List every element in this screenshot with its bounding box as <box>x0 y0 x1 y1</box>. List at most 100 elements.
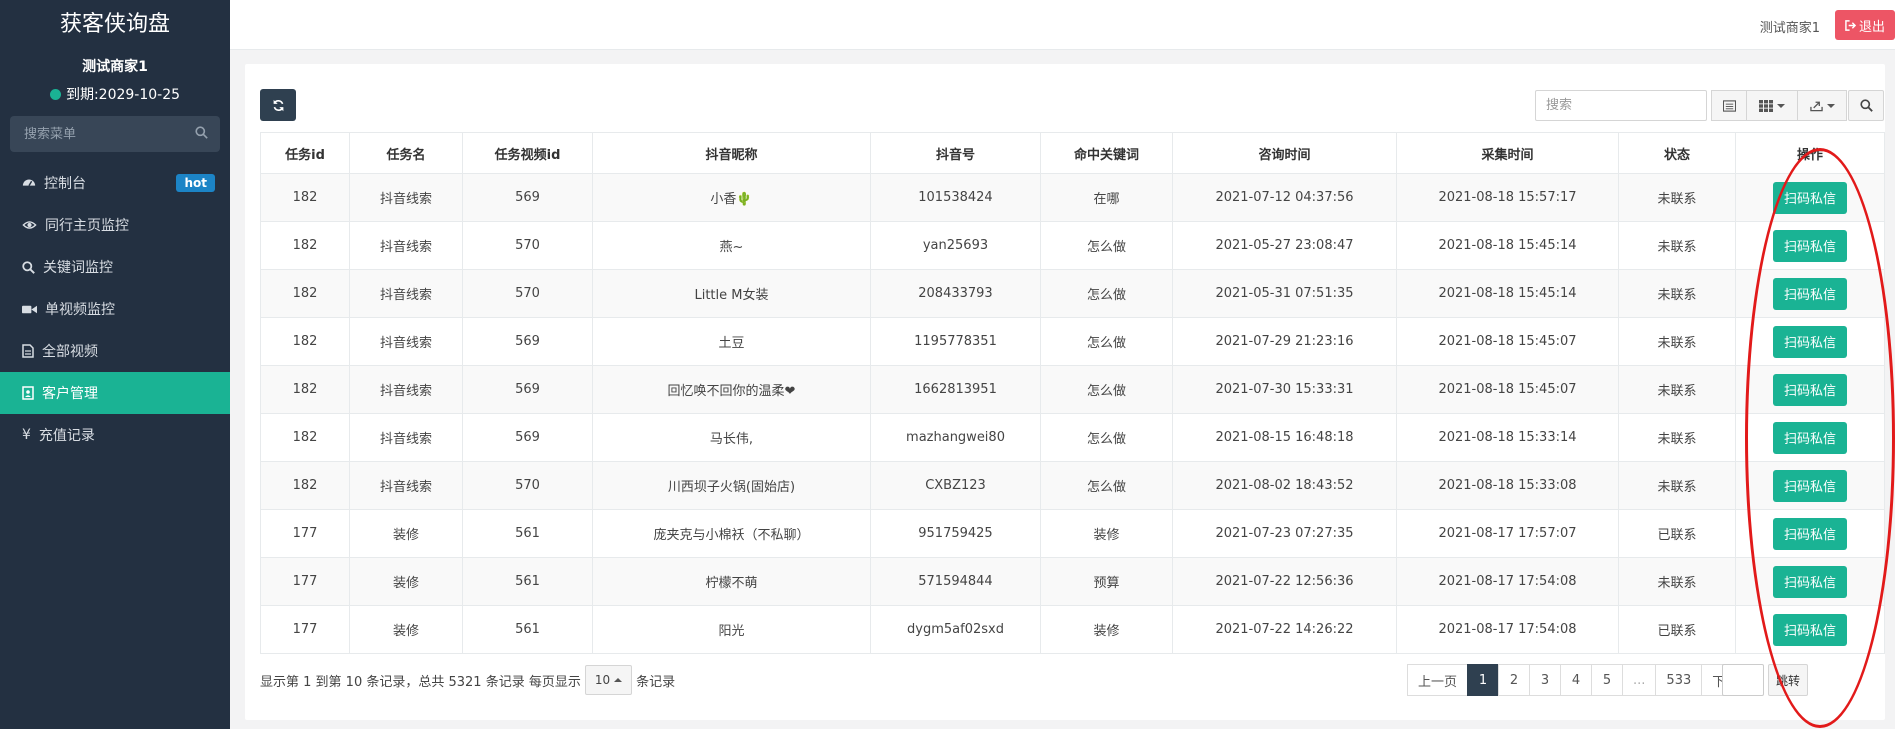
logout-label: 退出 <box>1858 19 1885 35</box>
scan-message-button[interactable]: 扫码私信 <box>1772 469 1847 502</box>
toggle-view-button[interactable] <box>1711 90 1747 121</box>
contact-book-icon <box>22 386 34 400</box>
nickname-cell: 燕~ <box>592 221 871 270</box>
status-cell: 未联系 <box>1618 173 1736 222</box>
page-size-value: 10 <box>594 673 611 687</box>
douyin-id-cell: 208433793 <box>870 269 1041 318</box>
sidebar-item-customer-management[interactable]: 客户管理 <box>0 372 230 414</box>
records-summary: 显示第 1 到第 10 条记录，总共 5321 条记录 每页显示 <box>260 674 581 690</box>
video-id-cell: 570 <box>462 269 593 318</box>
column-header[interactable]: 状态 <box>1618 132 1736 174</box>
status-cell: 已联系 <box>1618 509 1736 558</box>
column-header[interactable]: 操作 <box>1735 132 1885 174</box>
brand-title: 获客侠询盘 <box>59 12 170 37</box>
user-expiry: 到期:2029-10-25 <box>0 84 230 104</box>
page-4[interactable]: 4 <box>1560 664 1593 696</box>
eye-icon <box>22 221 37 229</box>
video-id-cell: 569 <box>462 317 593 366</box>
page-size-select[interactable]: 10 <box>584 665 633 695</box>
status-cell: 未联系 <box>1618 269 1736 318</box>
consult-time-cell: 2021-05-27 23:08:47 <box>1172 221 1397 270</box>
status-cell: 已联系 <box>1618 605 1736 654</box>
column-header[interactable]: 任务名 <box>349 132 463 174</box>
status-cell: 未联系 <box>1618 365 1736 414</box>
douyin-id-cell: 1195778351 <box>870 317 1041 366</box>
menu-search-input[interactable] <box>10 116 220 152</box>
scan-message-button[interactable]: 扫码私信 <box>1772 421 1847 454</box>
hot-badge: hot <box>176 174 215 192</box>
status-cell: 未联系 <box>1618 221 1736 270</box>
page-2[interactable]: 2 <box>1498 664 1531 696</box>
task-id-cell: 182 <box>260 221 350 270</box>
export-icon <box>1809 101 1823 111</box>
table-row: 182 抖音线索 569 回忆唤不回你的温柔❤ 1662813951 怎么做 2… <box>260 365 1885 414</box>
consult-time-cell: 2021-08-02 18:43:52 <box>1172 461 1397 510</box>
scan-message-button[interactable]: 扫码私信 <box>1772 517 1847 550</box>
column-header[interactable]: 抖音号 <box>870 132 1041 174</box>
page-533[interactable]: 533 <box>1655 664 1703 696</box>
douyin-id-cell: dygm5af02sxd <box>870 605 1041 654</box>
status-cell: 未联系 <box>1618 461 1736 510</box>
scan-message-button[interactable]: 扫码私信 <box>1772 181 1847 214</box>
column-header[interactable]: 任务id <box>260 132 350 174</box>
customer-table: 任务id 任务名 任务视频id 抖音昵称 抖音号 命中关键词 咨询时间 采集时间… <box>260 132 1885 654</box>
sidebar-item-recharge-records[interactable]: ¥ 充值记录 <box>0 414 230 456</box>
page-3[interactable]: 3 <box>1529 664 1562 696</box>
scan-message-button[interactable]: 扫码私信 <box>1772 613 1847 646</box>
page-ellipsis: ... <box>1622 664 1657 696</box>
jump-page-input[interactable] <box>1722 664 1764 696</box>
jump-button[interactable]: 跳转 <box>1768 664 1808 696</box>
column-header[interactable]: 咨询时间 <box>1172 132 1397 174</box>
scan-message-button[interactable]: 扫码私信 <box>1772 325 1847 358</box>
table-row: 182 抖音线索 569 小香🌵 101538424 在哪 2021-07-12… <box>260 173 1885 222</box>
page-prev[interactable]: 上一页 <box>1407 664 1469 696</box>
video-id-cell: 570 <box>462 221 593 270</box>
task-name-cell: 抖音线索 <box>349 461 463 510</box>
task-id-cell: 177 <box>260 605 350 654</box>
scan-message-button[interactable]: 扫码私信 <box>1772 277 1847 310</box>
video-id-cell: 569 <box>462 413 593 462</box>
column-header[interactable]: 任务视频id <box>462 132 593 174</box>
sidebar-item-keyword-monitor[interactable]: 关键词监控 <box>0 246 230 288</box>
consult-time-cell: 2021-07-12 04:37:56 <box>1172 173 1397 222</box>
user-name: 测试商家1 <box>82 59 148 75</box>
action-cell: 扫码私信 <box>1735 461 1885 510</box>
scan-message-button[interactable]: 扫码私信 <box>1772 565 1847 598</box>
scan-message-button[interactable]: 扫码私信 <box>1772 373 1847 406</box>
table-search-input[interactable] <box>1535 90 1707 121</box>
task-name-cell: 抖音线索 <box>349 413 463 462</box>
refresh-button[interactable] <box>260 89 296 121</box>
table-row: 177 装修 561 庞夹克与小棉袄（不私聊） 951759425 装修 202… <box>260 509 1885 558</box>
collect-time-cell: 2021-08-18 15:33:14 <box>1396 413 1619 462</box>
sidebar-item-video-monitor[interactable]: 单视频监控 <box>0 288 230 330</box>
collect-time-cell: 2021-08-18 15:45:14 <box>1396 269 1619 318</box>
records-suffix: 条记录 <box>636 674 676 690</box>
table-row: 182 抖音线索 569 马长伟, mazhangwei80 怎么做 2021-… <box>260 413 1885 462</box>
sign-out-icon <box>1845 19 1856 31</box>
table-header-row: 任务id 任务名 任务视频id 抖音昵称 抖音号 命中关键词 咨询时间 采集时间… <box>260 132 1885 174</box>
grid-columns-icon <box>1759 99 1773 112</box>
logout-button[interactable]: 退出 <box>1835 10 1895 40</box>
search-icon[interactable] <box>195 126 208 143</box>
video-id-cell: 561 <box>462 509 593 558</box>
customer-panel: 任务id 任务名 任务视频id 抖音昵称 抖音号 命中关键词 咨询时间 采集时间… <box>245 64 1885 720</box>
search-button[interactable] <box>1848 90 1884 121</box>
collect-time-cell: 2021-08-18 15:45:07 <box>1396 365 1619 414</box>
page-1[interactable]: 1 <box>1467 664 1500 696</box>
columns-button[interactable] <box>1746 90 1798 121</box>
page-5[interactable]: 5 <box>1591 664 1624 696</box>
column-header[interactable]: 采集时间 <box>1396 132 1619 174</box>
sidebar-item-dashboard[interactable]: 控制台 hot <box>0 162 230 204</box>
sidebar-item-all-videos[interactable]: 全部视频 <box>0 330 230 372</box>
export-button[interactable] <box>1797 90 1847 121</box>
current-user: 测试商家1 <box>1759 21 1820 36</box>
column-header[interactable]: 抖音昵称 <box>592 132 871 174</box>
douyin-id-cell: 101538424 <box>870 173 1041 222</box>
action-cell: 扫码私信 <box>1735 269 1885 318</box>
pagination: 上一页 1 2 3 4 5 ... 533 下一页 <box>1407 664 1763 696</box>
sidebar-item-peer-monitor[interactable]: 同行主页监控 <box>0 204 230 246</box>
scan-message-button[interactable]: 扫码私信 <box>1772 229 1847 262</box>
video-id-cell: 569 <box>462 365 593 414</box>
column-header[interactable]: 命中关键词 <box>1040 132 1173 174</box>
action-cell: 扫码私信 <box>1735 365 1885 414</box>
